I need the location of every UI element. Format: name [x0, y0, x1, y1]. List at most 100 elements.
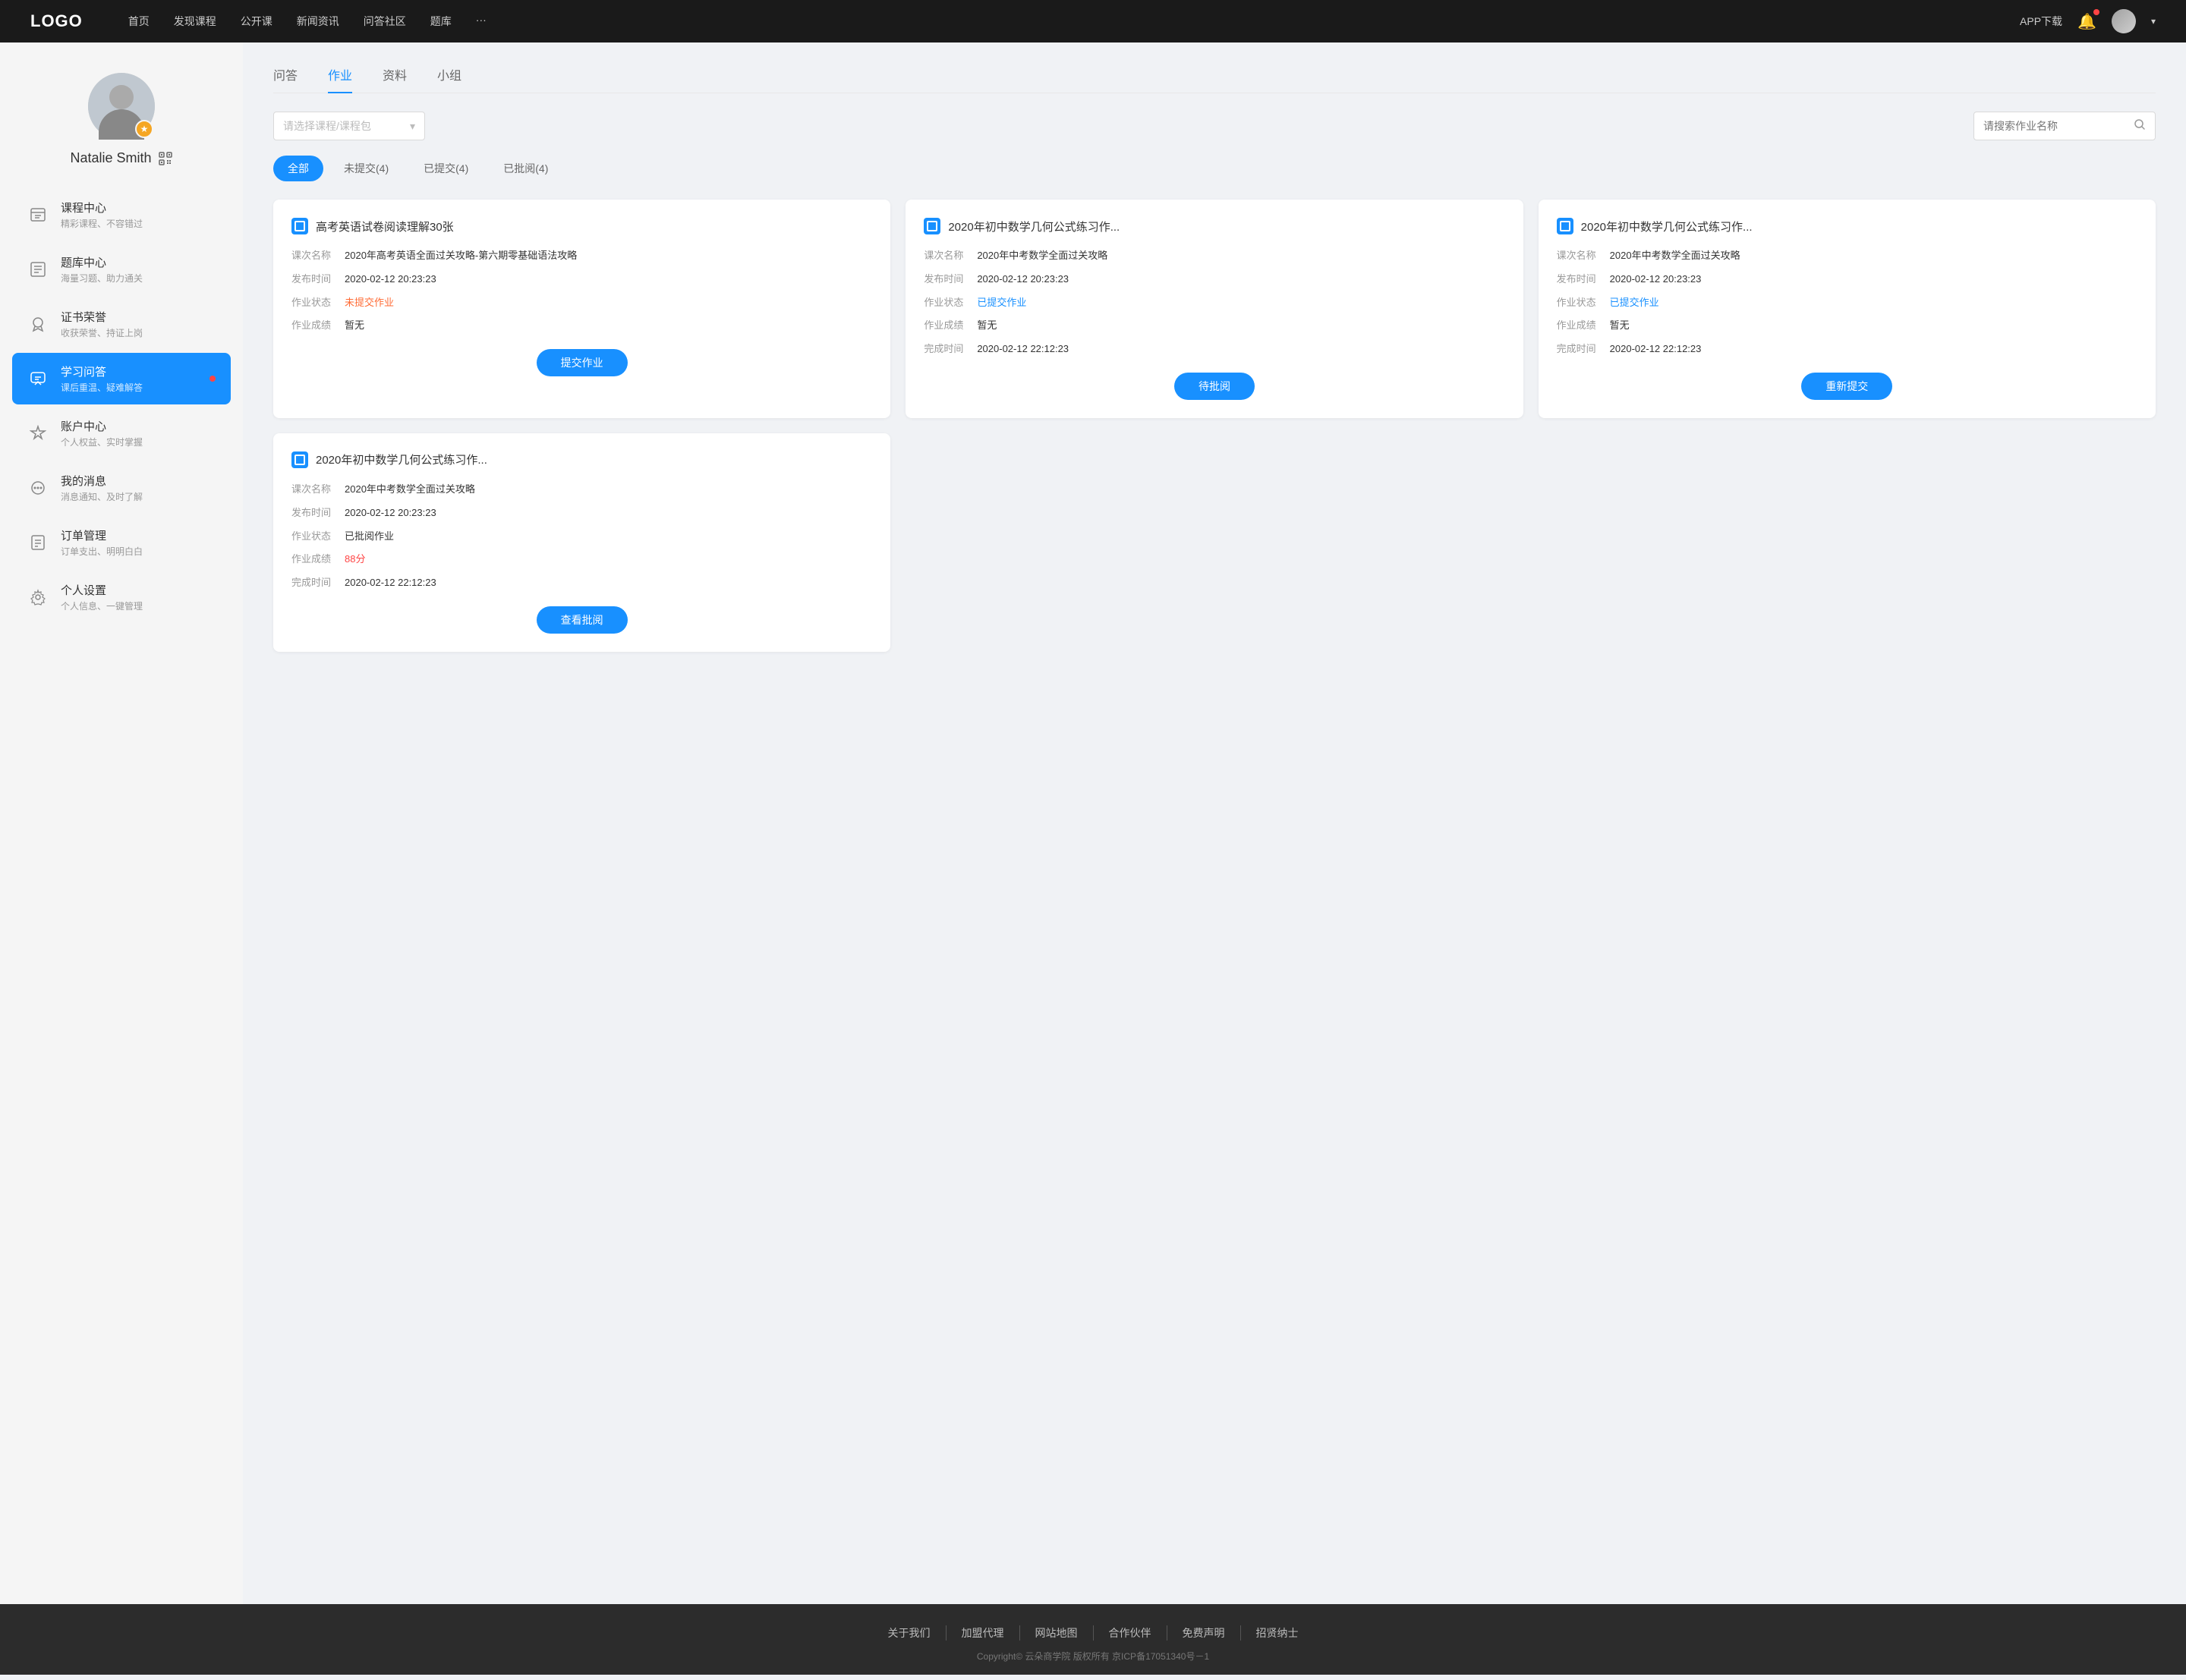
- certificate-title: 证书荣誉: [61, 309, 216, 325]
- course-center-sub: 精彩课程、不容错过: [61, 217, 216, 230]
- app-download-button[interactable]: APP下载: [2020, 14, 2062, 29]
- sidebar-item-question-bank[interactable]: 题库中心 海量习题、助力通关: [12, 244, 231, 295]
- tab-xiaozu[interactable]: 小组: [437, 65, 461, 93]
- sidebar-menu: 课程中心 精彩课程、不容错过 题库中心 海量习题、助力通关: [0, 189, 243, 626]
- settings-sub: 个人信息、一键管理: [61, 599, 216, 612]
- hw2-score-value: 暂无: [977, 318, 1504, 334]
- footer-copyright: Copyright© 云朵商学院 版权所有 京ICP备17051340号－1: [15, 1650, 2171, 1663]
- hw2-status-value: 已提交作业: [977, 295, 1504, 311]
- hw1-action-button[interactable]: 提交作业: [537, 349, 628, 376]
- hw2-complete-label: 完成时间: [924, 341, 977, 357]
- footer-link-recruit[interactable]: 招贤纳士: [1241, 1625, 1314, 1641]
- search-icon[interactable]: [2134, 118, 2146, 134]
- search-box[interactable]: [1973, 112, 2156, 140]
- certificate-icon: [27, 313, 49, 335]
- hw4-title: 2020年初中数学几何公式练习作...: [316, 451, 872, 467]
- tab-zuoye[interactable]: 作业: [328, 65, 352, 93]
- logo[interactable]: LOGO: [30, 11, 83, 31]
- hw2-status-field: 作业状态 已提交作业: [924, 295, 1504, 311]
- nav-home[interactable]: 首页: [128, 14, 150, 29]
- footer-link-franchise[interactable]: 加盟代理: [947, 1625, 1020, 1641]
- status-tab-submitted[interactable]: 已提交(4): [409, 156, 483, 181]
- account-center-title: 账户中心: [61, 418, 216, 434]
- course-center-text: 课程中心 精彩课程、不容错过: [61, 200, 216, 230]
- footer-link-sitemap[interactable]: 网站地图: [1020, 1625, 1094, 1641]
- footer-link-disclaimer[interactable]: 免费声明: [1167, 1625, 1241, 1641]
- hw3-action-button[interactable]: 重新提交: [1801, 373, 1892, 400]
- hw2-course-value: 2020年中考数学全面过关攻略: [977, 248, 1504, 264]
- hw2-footer: 待批阅: [924, 373, 1504, 400]
- status-tab-not-submitted[interactable]: 未提交(4): [329, 156, 403, 181]
- status-tab-reviewed[interactable]: 已批阅(4): [489, 156, 562, 181]
- settings-icon: [27, 587, 49, 608]
- page-footer: 关于我们 加盟代理 网站地图 合作伙伴 免费声明 招贤纳士 Copyright©…: [0, 1604, 2186, 1675]
- avatar-dropdown-arrow[interactable]: ▾: [2151, 16, 2156, 27]
- hw4-footer: 查看批阅: [291, 606, 872, 634]
- filter-left: 请选择课程/课程包 ▾: [273, 112, 425, 140]
- hw3-status-field: 作业状态 已提交作业: [1557, 295, 2137, 311]
- learning-qa-text: 学习问答 课后重温、疑难解答: [61, 363, 197, 394]
- hw4-score-label: 作业成绩: [291, 552, 345, 568]
- course-select-dropdown[interactable]: 请选择课程/课程包 ▾: [273, 112, 425, 140]
- hw1-score-label: 作业成绩: [291, 318, 345, 334]
- hw4-score-value: 88分: [345, 552, 872, 568]
- hw3-header: 2020年初中数学几何公式练习作...: [1557, 218, 2137, 234]
- course-center-icon: [27, 204, 49, 225]
- course-select-arrow: ▾: [410, 120, 415, 133]
- hw4-action-button[interactable]: 查看批阅: [537, 606, 628, 634]
- sidebar-item-learning-qa[interactable]: 学习问答 课后重温、疑难解答: [12, 353, 231, 404]
- sidebar-item-messages[interactable]: 我的消息 消息通知、及时了解: [12, 462, 231, 514]
- avatar-level-badge: ★: [135, 120, 153, 138]
- question-bank-sub: 海量习题、助力通关: [61, 272, 216, 285]
- hw1-course-value: 2020年高考英语全面过关攻略-第六期零基础语法攻略: [345, 248, 872, 264]
- sidebar-item-certificate[interactable]: 证书荣誉 收获荣誉、持证上岗: [12, 298, 231, 350]
- sidebar-item-course-center[interactable]: 课程中心 精彩课程、不容错过: [12, 189, 231, 241]
- user-avatar[interactable]: [2112, 9, 2136, 33]
- sidebar-item-orders[interactable]: 订单管理 订单支出、明明白白: [12, 517, 231, 568]
- course-center-title: 课程中心: [61, 200, 216, 216]
- nav-discover[interactable]: 发现课程: [174, 14, 216, 29]
- sidebar-item-settings[interactable]: 个人设置 个人信息、一键管理: [12, 571, 231, 623]
- hw3-score-label: 作业成绩: [1557, 318, 1610, 334]
- hw4-course-label: 课次名称: [291, 482, 345, 498]
- hw2-score-label: 作业成绩: [924, 318, 977, 334]
- hw1-status-field: 作业状态 未提交作业: [291, 295, 872, 311]
- nav-right: APP下载 🔔 ▾: [2020, 9, 2156, 33]
- homework-card-4: 2020年初中数学几何公式练习作... 课次名称 2020年中考数学全面过关攻略…: [273, 433, 890, 652]
- hw4-status-value: 已批阅作业: [345, 529, 872, 545]
- hw1-publish-value: 2020-02-12 20:23:23: [345, 272, 872, 288]
- sidebar-avatar-container: ★: [88, 73, 155, 140]
- settings-title: 个人设置: [61, 582, 216, 598]
- tab-wenda[interactable]: 问答: [273, 65, 298, 93]
- footer-link-about[interactable]: 关于我们: [873, 1625, 947, 1641]
- notification-bell[interactable]: 🔔: [2077, 12, 2096, 31]
- hw2-complete-value: 2020-02-12 22:12:23: [977, 341, 1504, 357]
- hw4-score-field: 作业成绩 88分: [291, 552, 872, 568]
- hw2-status-label: 作业状态: [924, 295, 977, 311]
- hw1-publish-field: 发布时间 2020-02-12 20:23:23: [291, 272, 872, 288]
- hw2-course-field: 课次名称 2020年中考数学全面过关攻略: [924, 248, 1504, 264]
- hw2-action-button[interactable]: 待批阅: [1174, 373, 1255, 400]
- hw3-score-value: 暂无: [1610, 318, 2137, 334]
- hw3-title: 2020年初中数学几何公式练习作...: [1581, 219, 2137, 234]
- qrcode-icon[interactable]: [158, 151, 173, 166]
- main-tabs: 问答 作业 资料 小组: [273, 65, 2156, 93]
- sidebar-item-account-center[interactable]: 账户中心 个人权益、实时掌握: [12, 407, 231, 459]
- nav-qa[interactable]: 问答社区: [364, 14, 406, 29]
- username-text: Natalie Smith: [70, 150, 151, 166]
- search-input[interactable]: [1983, 120, 2134, 132]
- nav-bank[interactable]: 题库: [430, 14, 452, 29]
- orders-icon: [27, 532, 49, 553]
- nav-news[interactable]: 新闻资讯: [297, 14, 339, 29]
- account-center-text: 账户中心 个人权益、实时掌握: [61, 418, 216, 448]
- learning-qa-dot: [209, 376, 216, 382]
- nav-open[interactable]: 公开课: [241, 14, 272, 29]
- status-tab-all[interactable]: 全部: [273, 156, 323, 181]
- hw2-score-field: 作业成绩 暂无: [924, 318, 1504, 334]
- footer-link-partner[interactable]: 合作伙伴: [1094, 1625, 1167, 1641]
- tab-ziliao[interactable]: 资料: [383, 65, 407, 93]
- hw2-publish-label: 发布时间: [924, 272, 977, 288]
- nav-more[interactable]: ···: [476, 14, 487, 29]
- hw4-complete-field: 完成时间 2020-02-12 22:12:23: [291, 575, 872, 591]
- nav-menu: 首页 发现课程 公开课 新闻资讯 问答社区 题库 ···: [128, 14, 2020, 29]
